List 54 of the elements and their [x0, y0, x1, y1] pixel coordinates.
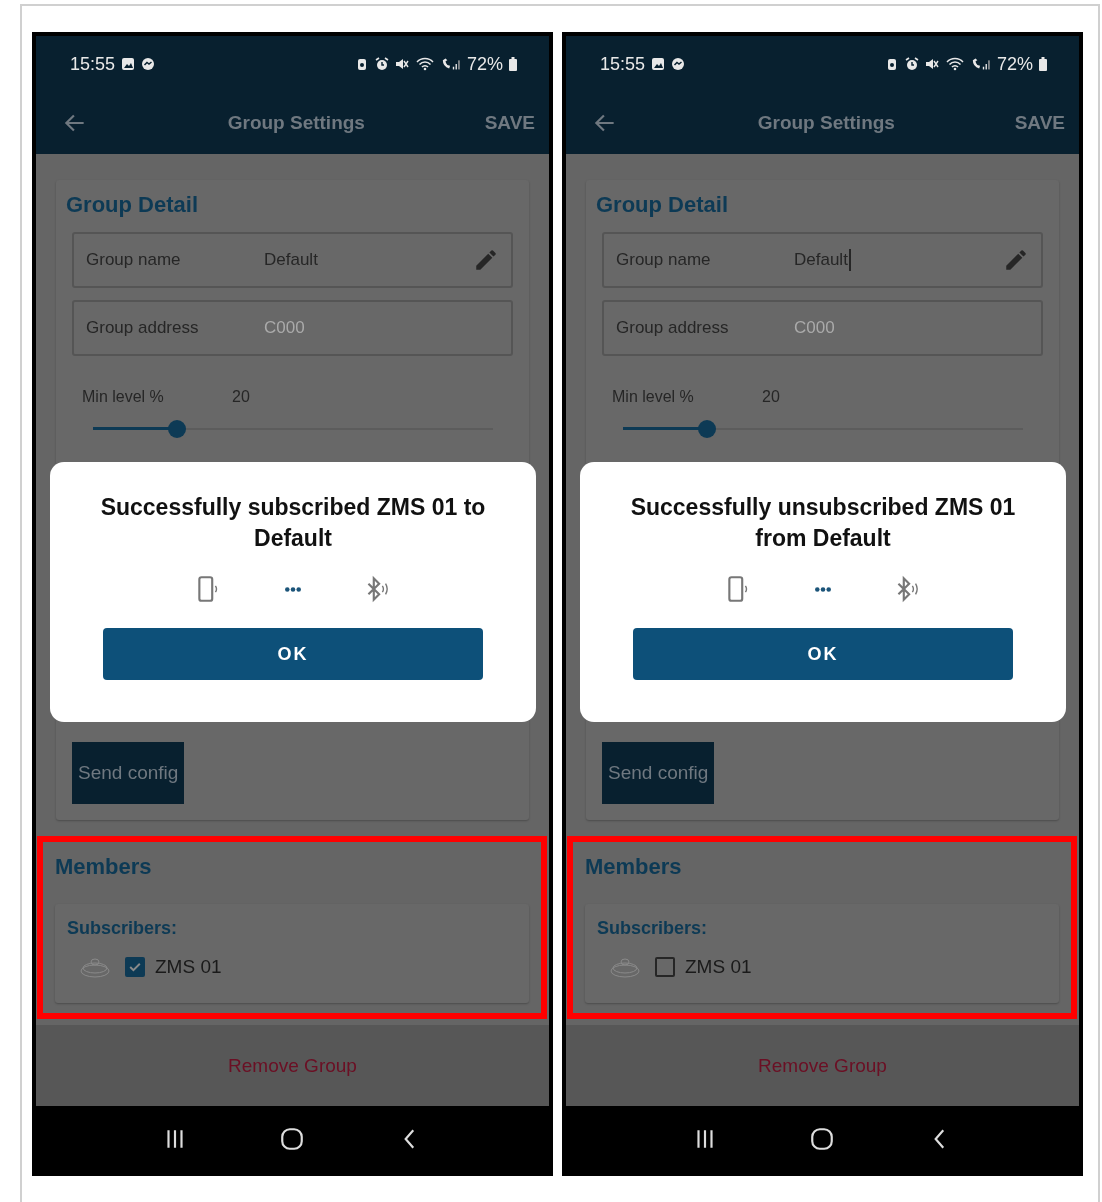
text-field[interactable]: Group address C000 — [602, 300, 1043, 356]
save-button[interactable]: SAVE — [484, 112, 535, 134]
signal-icon — [970, 57, 991, 71]
min-level-value: 20 — [232, 388, 250, 406]
dots-icon — [815, 586, 831, 592]
section-title: Group Detail — [66, 192, 199, 218]
section-title: Group Detail — [596, 192, 729, 218]
section-title: Members — [55, 854, 153, 880]
alarm-icon — [374, 57, 389, 71]
alarm-icon — [904, 57, 919, 71]
mute-icon — [394, 57, 409, 71]
mute-icon — [924, 57, 939, 71]
home-icon[interactable] — [809, 1126, 836, 1152]
battery-icon — [509, 57, 517, 71]
battery-percent: 72% — [466, 53, 503, 75]
send-config-button[interactable]: Send config — [72, 742, 185, 804]
chat-icon — [671, 57, 686, 71]
member-name: ZMS 01 — [155, 956, 222, 978]
member-name: ZMS 01 — [685, 956, 752, 978]
status-time: 15:55 — [70, 53, 116, 75]
ok-button[interactable]: OK — [103, 628, 483, 681]
dialog-message: Successfully unsubscribed ZMS 01 from Default — [629, 493, 1017, 554]
dialog-message: Successfully subscribed ZMS 01 to Default — [99, 493, 487, 554]
image-icon — [121, 57, 136, 71]
status-time: 15:55 — [600, 53, 646, 75]
battery-icon — [1039, 57, 1047, 71]
battery-percent: 72% — [996, 53, 1033, 75]
text-field[interactable]: Group name Default — [72, 232, 513, 288]
sensor-device-icon — [79, 955, 111, 979]
text-field[interactable]: Group name Default — [602, 232, 1043, 288]
section-title: Members — [585, 854, 683, 880]
signal-icon — [440, 57, 461, 71]
save-button[interactable]: SAVE — [1014, 112, 1065, 134]
pencil-icon[interactable] — [1003, 247, 1029, 273]
dots-icon — [285, 586, 301, 592]
subscribers-label: Subscribers: — [597, 918, 709, 939]
min-level-label: Min level % — [82, 388, 165, 406]
send-config-button[interactable]: Send config — [602, 742, 715, 804]
wifi-icon — [414, 57, 435, 71]
sensor-device-icon — [609, 955, 641, 979]
text-field[interactable]: Group address C000 — [72, 300, 513, 356]
screen-title: Group Settings — [756, 112, 896, 134]
chat-icon — [141, 57, 156, 71]
screen-title: Group Settings — [226, 112, 366, 134]
checkbox[interactable] — [125, 957, 145, 977]
pencil-icon[interactable] — [473, 247, 499, 273]
min-level-value: 20 — [762, 388, 780, 406]
wifi-icon — [944, 57, 965, 71]
min-level-label: Min level % — [612, 388, 695, 406]
ok-button[interactable]: OK — [633, 628, 1013, 681]
home-icon[interactable] — [279, 1126, 306, 1152]
image-icon — [651, 57, 666, 71]
checkbox[interactable] — [655, 957, 675, 977]
subscribers-label: Subscribers: — [67, 918, 179, 939]
